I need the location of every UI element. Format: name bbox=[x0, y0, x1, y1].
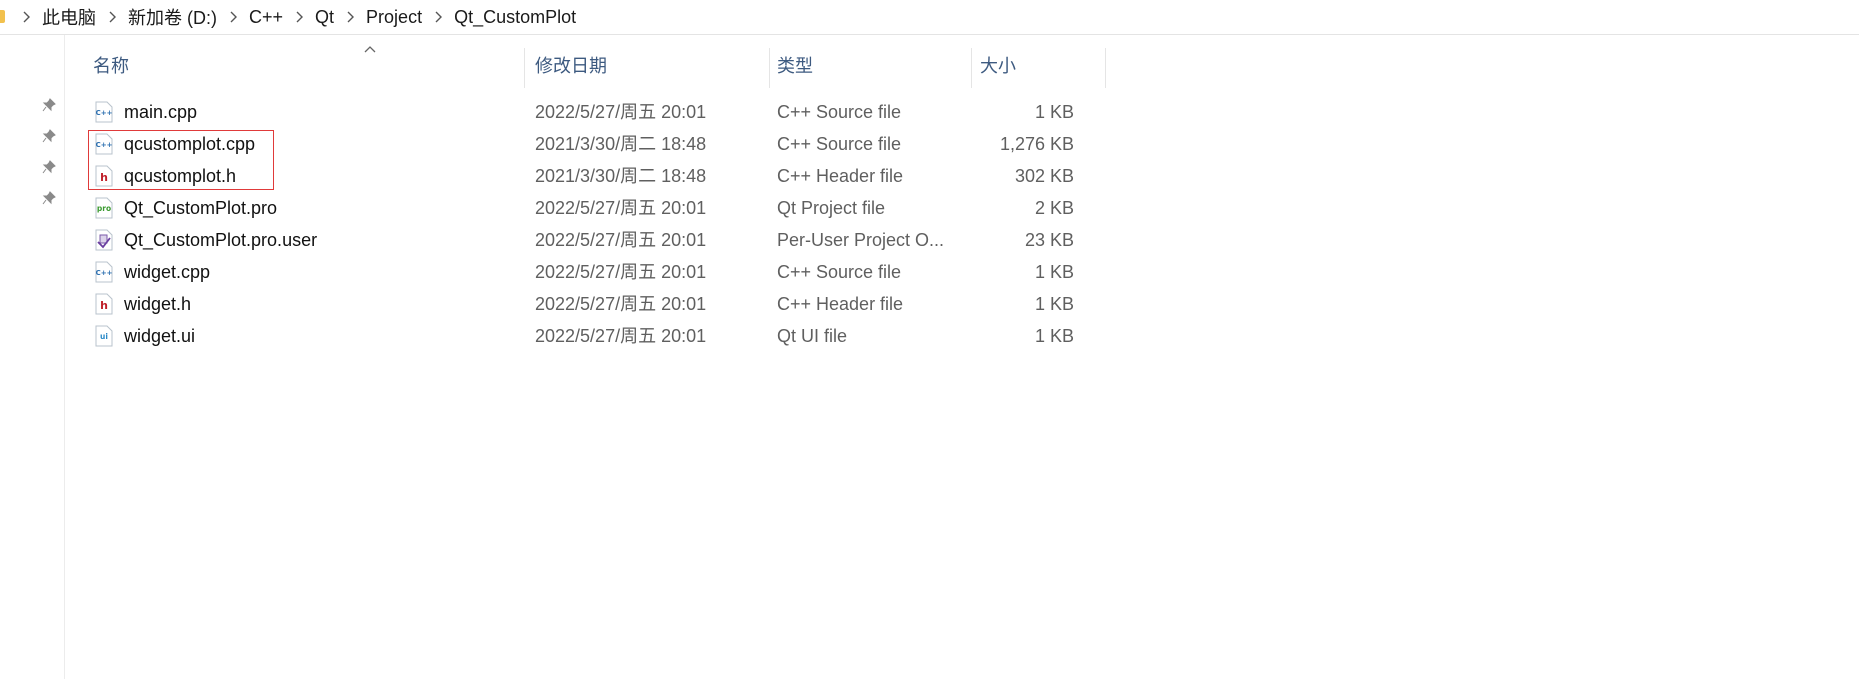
file-row[interactable]: h qcustomplot.h 2021/3/30/周二 18:48 C++ H… bbox=[64, 160, 1104, 192]
file-type: Qt UI file bbox=[777, 326, 848, 346]
header-file-icon: h bbox=[95, 293, 113, 315]
svg-text:C++: C++ bbox=[96, 141, 113, 149]
file-size: 302 KB bbox=[1014, 166, 1074, 186]
file-name[interactable]: Qt_CustomPlot.pro bbox=[124, 192, 277, 224]
file-size: 1 KB bbox=[1034, 262, 1074, 282]
user-file-icon bbox=[95, 229, 113, 251]
svg-text:C++: C++ bbox=[96, 269, 113, 277]
file-name[interactable]: Qt_CustomPlot.pro.user bbox=[124, 224, 317, 256]
file-size: 1 KB bbox=[1034, 326, 1074, 346]
breadcrumb-item-qt[interactable]: Qt bbox=[311, 7, 338, 28]
file-size: 1 KB bbox=[1034, 294, 1074, 314]
file-size: 1,276 KB bbox=[999, 134, 1074, 154]
breadcrumb-item-project[interactable]: Project bbox=[362, 7, 426, 28]
svg-text:ui: ui bbox=[100, 332, 108, 341]
file-row[interactable]: pro Qt_CustomPlot.pro 2022/5/27/周五 20:01… bbox=[64, 192, 1104, 224]
breadcrumb-item-this-pc[interactable]: 此电脑 bbox=[38, 4, 100, 30]
breadcrumb-item-drive-d[interactable]: 新加卷 (D:) bbox=[124, 4, 221, 30]
file-date: 2021/3/30/周二 18:48 bbox=[535, 166, 707, 186]
file-name[interactable]: main.cpp bbox=[124, 96, 197, 128]
cpp-file-icon: C++ bbox=[95, 261, 113, 283]
file-name[interactable]: qcustomplot.h bbox=[124, 160, 236, 192]
svg-text:h: h bbox=[100, 171, 108, 184]
column-divider[interactable] bbox=[1105, 48, 1106, 88]
file-name[interactable]: widget.h bbox=[124, 288, 191, 320]
column-divider[interactable] bbox=[769, 48, 770, 88]
file-date: 2022/5/27/周五 20:01 bbox=[535, 198, 707, 218]
cpp-file-icon: C++ bbox=[95, 133, 113, 155]
navigation-pane bbox=[0, 35, 65, 679]
file-row[interactable]: C++ widget.cpp 2022/5/27/周五 20:01 C++ So… bbox=[64, 256, 1104, 288]
file-type: Qt Project file bbox=[777, 198, 886, 218]
breadcrumb-item-cpp[interactable]: C++ bbox=[245, 7, 287, 28]
pro-file-icon: pro bbox=[95, 197, 113, 219]
address-bar[interactable]: 此电脑 新加卷 (D:) C++ Qt Project Qt_CustomPlo… bbox=[0, 0, 1859, 35]
svg-text:h: h bbox=[100, 299, 108, 312]
ui-file-icon: ui bbox=[95, 325, 113, 347]
breadcrumb: 此电脑 新加卷 (D:) C++ Qt Project Qt_CustomPlo… bbox=[14, 0, 580, 34]
chevron-right-icon[interactable] bbox=[342, 9, 358, 25]
file-list: C++ main.cpp 2022/5/27/周五 20:01 C++ Sour… bbox=[64, 96, 1104, 352]
file-type: C++ Header file bbox=[777, 294, 904, 314]
file-type: C++ Source file bbox=[777, 134, 902, 154]
file-size: 23 KB bbox=[1024, 230, 1074, 250]
file-date: 2022/5/27/周五 20:01 bbox=[535, 102, 707, 122]
file-date: 2021/3/30/周二 18:48 bbox=[535, 134, 707, 154]
file-type: C++ Header file bbox=[777, 166, 904, 186]
pin-icon[interactable] bbox=[41, 159, 57, 175]
folder-icon bbox=[0, 10, 5, 23]
chevron-right-icon[interactable] bbox=[18, 9, 34, 25]
file-row[interactable]: Qt_CustomPlot.pro.user 2022/5/27/周五 20:0… bbox=[64, 224, 1104, 256]
svg-text:C++: C++ bbox=[96, 109, 113, 117]
file-date: 2022/5/27/周五 20:01 bbox=[535, 262, 707, 282]
file-row[interactable]: C++ qcustomplot.cpp 2021/3/30/周二 18:48 C… bbox=[64, 128, 1104, 160]
file-date: 2022/5/27/周五 20:01 bbox=[535, 230, 707, 250]
column-divider[interactable] bbox=[524, 48, 525, 88]
file-size: 1 KB bbox=[1034, 102, 1074, 122]
file-date: 2022/5/27/周五 20:01 bbox=[535, 326, 707, 346]
file-type: Per-User Project O... bbox=[777, 230, 945, 250]
file-name[interactable]: widget.cpp bbox=[124, 256, 210, 288]
chevron-right-icon[interactable] bbox=[104, 9, 120, 25]
file-row[interactable]: C++ main.cpp 2022/5/27/周五 20:01 C++ Sour… bbox=[64, 96, 1104, 128]
column-date-header[interactable]: 修改日期 bbox=[535, 40, 607, 86]
column-name-header[interactable]: 名称 bbox=[93, 40, 129, 86]
file-name[interactable]: widget.ui bbox=[124, 320, 195, 352]
column-divider[interactable] bbox=[971, 48, 972, 88]
pin-icon[interactable] bbox=[41, 97, 57, 113]
file-row[interactable]: ui widget.ui 2022/5/27/周五 20:01 Qt UI fi… bbox=[64, 320, 1104, 352]
file-date: 2022/5/27/周五 20:01 bbox=[535, 294, 707, 314]
column-header: 名称 修改日期 类型 大小 bbox=[64, 40, 1106, 88]
file-type: C++ Source file bbox=[777, 102, 902, 122]
cpp-file-icon: C++ bbox=[95, 101, 113, 123]
file-row[interactable]: h widget.h 2022/5/27/周五 20:01 C++ Header… bbox=[64, 288, 1104, 320]
file-type: C++ Source file bbox=[777, 262, 902, 282]
chevron-right-icon[interactable] bbox=[225, 9, 241, 25]
sort-ascending-icon bbox=[364, 46, 376, 53]
chevron-right-icon[interactable] bbox=[291, 9, 307, 25]
file-name[interactable]: qcustomplot.cpp bbox=[124, 128, 255, 160]
file-size: 2 KB bbox=[1034, 198, 1074, 218]
breadcrumb-item-qt-customplot[interactable]: Qt_CustomPlot bbox=[450, 7, 580, 28]
pin-icon[interactable] bbox=[41, 128, 57, 144]
svg-text:pro: pro bbox=[97, 204, 111, 213]
pin-icon[interactable] bbox=[41, 190, 57, 206]
header-file-icon: h bbox=[95, 165, 113, 187]
column-type-header[interactable]: 类型 bbox=[777, 40, 813, 86]
column-size-header[interactable]: 大小 bbox=[980, 40, 1016, 86]
chevron-right-icon[interactable] bbox=[430, 9, 446, 25]
